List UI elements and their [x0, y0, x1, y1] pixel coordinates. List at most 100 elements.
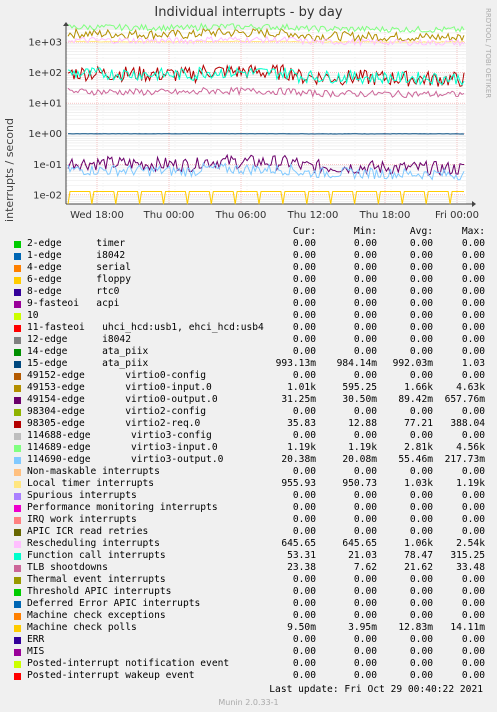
legend-swatch	[14, 457, 21, 464]
legend-max-value: 0.00	[461, 250, 485, 261]
legend-cur-value: 0.00	[292, 250, 316, 261]
legend-row: 15-edge ata_piix 993.13m 984.14m 992.03m 1.0…	[0, 358, 497, 370]
legend-swatch	[14, 361, 21, 368]
legend-swatch	[14, 313, 21, 320]
legend-max-value: 0.00	[461, 322, 485, 333]
legend-cur-value: 0.00	[292, 670, 316, 681]
x-tick-label: Fri 00:00	[435, 210, 479, 221]
legend-max-value: 0.00	[461, 286, 485, 297]
legend-cur-value: 0.00	[292, 322, 316, 333]
legend-cur-value: 0.00	[292, 514, 316, 525]
legend-max-value: 657.76m	[444, 394, 485, 405]
legend-max-value: 0.00	[461, 658, 485, 669]
legend-series-name: 1-edge i8042	[27, 250, 126, 261]
legend-max-value: 0.00	[461, 634, 485, 645]
legend-swatch	[14, 265, 21, 272]
header-max: Max:	[461, 226, 485, 237]
x-tick-label: Thu 06:00	[215, 210, 267, 221]
legend-cur-value: 0.00	[292, 238, 316, 249]
legend-max-value: 4.56k	[456, 442, 485, 453]
legend-cur-value: 0.00	[292, 490, 316, 501]
legend-cur-value: 0.00	[292, 586, 316, 597]
legend-row: Deferred Error APIC interrupts 0.00 0.00 0.…	[0, 598, 497, 610]
munin-version: Munin 2.0.33-1	[218, 698, 279, 707]
legend-swatch	[14, 553, 21, 560]
legend-cur-value: 0.00	[292, 466, 316, 477]
legend-row: 49154-edge virtio0-output.0 31.25m 30.50m 8…	[0, 394, 497, 406]
legend-cur-value: 1.19k	[287, 442, 316, 453]
legend-series-name: 9-fasteoi acpi	[27, 298, 120, 309]
y-tick-label: 1e-02	[33, 190, 62, 201]
legend-max-value: 0.00	[461, 466, 485, 477]
legend-max-value: 0.00	[461, 490, 485, 501]
legend-cur-value: 955.93	[281, 478, 316, 489]
legend-swatch	[14, 589, 21, 596]
legend-swatch	[14, 385, 21, 392]
legend-cur-value: 1.01k	[287, 382, 316, 393]
legend-swatch	[14, 481, 21, 488]
legend-row: 49152-edge virtio0-config 0.00 0.00 0.00 0.0…	[0, 370, 497, 382]
legend-cur-value: 0.00	[292, 574, 316, 585]
legend-max-value: 0.00	[461, 502, 485, 513]
legend-max-value: 0.00	[461, 514, 485, 525]
x-tick-label: Wed 18:00	[70, 210, 124, 221]
legend-swatch	[14, 517, 21, 524]
legend-max-value: 0.00	[461, 346, 485, 357]
legend-max-value: 0.00	[461, 406, 485, 417]
legend-series-name: 8-edge rtc0	[27, 286, 120, 297]
legend-swatch	[14, 325, 21, 332]
legend-series-name: Spurious interrupts	[27, 490, 137, 501]
legend-max-value: 0.00	[461, 370, 485, 381]
legend-row: 114690-edge virtio3-output.0 20.38m 20.08m…	[0, 454, 497, 466]
legend-cur-value: 20.38m	[281, 454, 316, 465]
legend-row: Rescheduling interrupts 645.65 645.65 1.06k…	[0, 538, 497, 550]
legend-row: 12-edge i8042 0.00 0.00 0.00 0.00	[0, 334, 497, 346]
legend-series-name: 98304-edge virtio2-config	[27, 406, 207, 417]
legend-swatch	[14, 673, 21, 680]
legend-swatch	[14, 613, 21, 620]
legend-series-name: 49154-edge virtio0-output.0	[27, 394, 218, 405]
legend-swatch	[14, 253, 21, 260]
legend-series-name: TLB shootdowns	[27, 562, 108, 573]
legend-cur-value: 0.00	[292, 598, 316, 609]
legend-swatch	[14, 601, 21, 608]
legend-series-name: 98305-edge virtio2-req.0	[27, 418, 201, 429]
legend-max-value: 0.00	[461, 646, 485, 657]
legend-row: Posted-interrupt wakeup event 0.00 0.00 0.0…	[0, 670, 497, 682]
legend-swatch	[14, 337, 21, 344]
legend-swatch	[14, 541, 21, 548]
legend-row: 2-edge timer 0.00 0.00 0.00 0.00	[0, 238, 497, 250]
y-tick-label: 1e+00	[28, 129, 62, 140]
legend-cur-value: 23.38	[287, 562, 316, 573]
legend-swatch	[14, 529, 21, 536]
legend-swatch	[14, 661, 21, 668]
legend-row: ERR 0.00 0.00 0.00 0.00	[0, 634, 497, 646]
legend-max-value: 0.00	[461, 670, 485, 681]
legend-series-name: ERR	[27, 634, 45, 645]
legend-series-name: Performance monitoring interrupts	[27, 502, 218, 513]
legend-max-value: 0.00	[461, 526, 485, 537]
legend-max-value: 0.00	[461, 586, 485, 597]
x-tick-label: Thu 12:00	[287, 210, 339, 221]
legend-row: Non-maskable interrupts 0.00 0.00 0.00 0.00	[0, 466, 497, 478]
legend-row: Performance monitoring interrupts 0.00 0.0…	[0, 502, 497, 514]
legend-max-value: 0.00	[461, 274, 485, 285]
legend-series-name: 114689-edge virtio3-input.0	[27, 442, 218, 453]
legend-max-value: 315.25	[450, 550, 485, 561]
legend-swatch	[14, 505, 21, 512]
legend-swatch	[14, 433, 21, 440]
legend-row: Local timer interrupts 955.93 950.73 1.03k 1…	[0, 478, 497, 490]
legend-swatch	[14, 649, 21, 656]
legend-max-value: 0.00	[461, 598, 485, 609]
legend-max-value: 1.03	[461, 358, 485, 369]
legend-row: TLB shootdowns 23.38 7.62 21.62 33.48	[0, 562, 497, 574]
legend-row: 4-edge serial 0.00 0.00 0.00 0.00	[0, 262, 497, 274]
y-tick-label: 1e+02	[28, 68, 62, 79]
legend-cur-value: 993.13m	[275, 358, 316, 369]
legend-row: 98305-edge virtio2-req.0 35.83 12.88 77.21 3…	[0, 418, 497, 430]
legend-series-name: Machine check exceptions	[27, 610, 166, 621]
legend-max-value: 1.19k	[456, 478, 485, 489]
legend-row: 11-fasteoi uhci_hcd:usb1, ehci_hcd:usb4 0…	[0, 322, 497, 334]
legend-row: IRQ work interrupts 0.00 0.00 0.00 0.00	[0, 514, 497, 526]
legend-series-name: 114690-edge virtio3-output.0	[27, 454, 224, 465]
